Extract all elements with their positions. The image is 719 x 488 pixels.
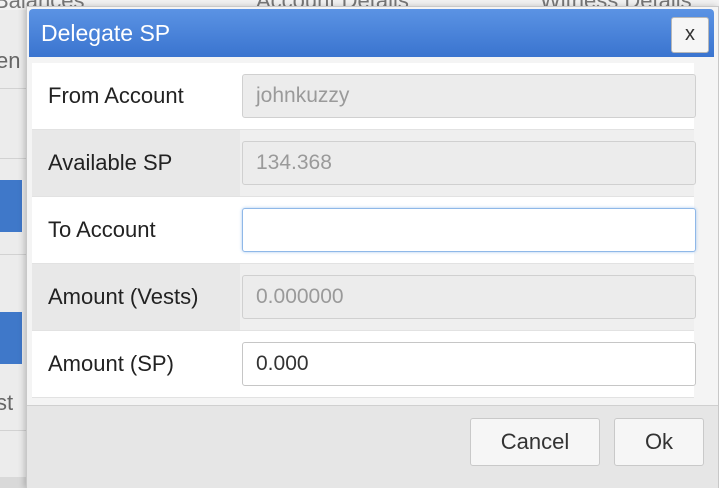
amount-sp-input[interactable] xyxy=(242,342,696,386)
ok-button[interactable]: Ok xyxy=(614,418,704,466)
form-row-available-sp: Available SP 134.368 xyxy=(32,130,696,197)
from-account-field: johnkuzzy xyxy=(242,74,696,118)
amount-sp-label: Amount (SP) xyxy=(48,351,174,376)
dialog-footer: Cancel Ok xyxy=(27,405,718,488)
amount-vests-label: Amount (Vests) xyxy=(32,264,240,330)
form-row-from-account: From Account johnkuzzy xyxy=(32,63,696,130)
background-divider xyxy=(0,88,26,89)
dialog-title: Delegate SP xyxy=(41,20,171,46)
delegate-sp-dialog: Delegate SP x From Account johnkuzzy Ava… xyxy=(26,6,719,488)
form-row-amount-sp: Amount (SP) xyxy=(32,331,696,398)
form-row-amount-vests: Amount (Vests) 0.000000 xyxy=(32,264,696,331)
background-divider xyxy=(0,158,26,159)
available-sp-label: Available SP xyxy=(32,130,240,196)
to-account-label: To Account xyxy=(48,217,156,242)
background-text-fragment: st xyxy=(0,390,14,415)
background-page-edge: en st xyxy=(0,10,26,477)
background-divider xyxy=(0,254,26,255)
close-icon: x xyxy=(685,23,695,45)
form-row-to-account: To Account xyxy=(32,197,696,264)
close-button[interactable]: x xyxy=(671,17,709,53)
available-sp-field: 134.368 xyxy=(242,141,696,185)
to-account-input[interactable] xyxy=(242,208,696,252)
background-button xyxy=(0,180,22,232)
background-text-fragment: en xyxy=(0,48,21,73)
dialog-titlebar[interactable]: Delegate SP x xyxy=(29,9,714,57)
cancel-button[interactable]: Cancel xyxy=(470,418,600,466)
from-account-label: From Account xyxy=(48,83,184,108)
background-divider xyxy=(0,430,26,431)
delegate-form: From Account johnkuzzy Available SP 134.… xyxy=(32,63,696,398)
background-button xyxy=(0,312,22,364)
amount-vests-field: 0.000000 xyxy=(242,275,696,319)
